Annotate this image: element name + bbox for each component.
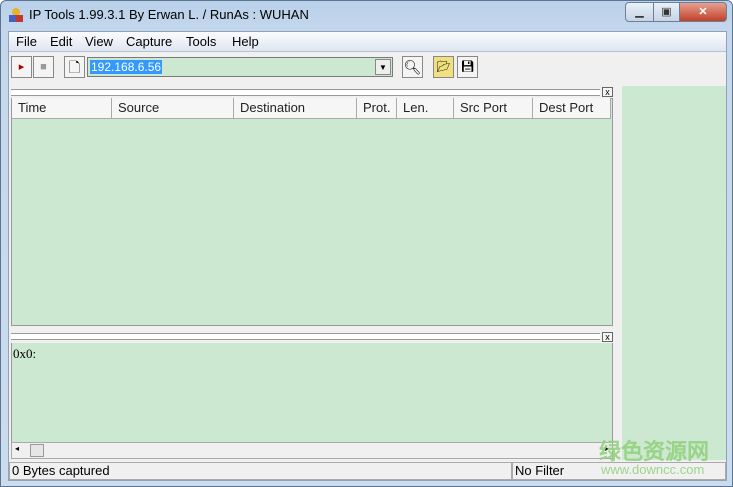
address-combo[interactable]: 192.168.6.56 ▼: [87, 57, 393, 77]
menu-edit[interactable]: Edit: [50, 34, 72, 49]
start-capture-button[interactable]: ▸: [11, 56, 32, 78]
packet-list[interactable]: [11, 98, 613, 326]
app-window: IP Tools 1.99.3.1 By Erwan L. / RunAs : …: [0, 0, 733, 487]
save-button[interactable]: 💾︎: [457, 56, 478, 78]
window-title: IP Tools 1.99.3.1 By Erwan L. / RunAs : …: [29, 7, 309, 22]
client-area: File Edit View Capture Tools Help ▸ ■ 🗋 …: [8, 31, 727, 481]
open-folder-button[interactable]: 📂︎: [433, 56, 454, 78]
status-captured: 0 Bytes captured: [9, 462, 512, 480]
menu-capture[interactable]: Capture: [126, 34, 172, 49]
app-icon: [8, 7, 24, 23]
watermark-url: www.downcc.com: [601, 462, 705, 477]
menu-tools[interactable]: Tools: [186, 34, 216, 49]
close-button[interactable]: ✕: [679, 2, 727, 22]
hex-pane-grip[interactable]: [11, 333, 600, 340]
col-prot[interactable]: Prot.: [357, 98, 397, 119]
search-button[interactable]: 🔍︎: [402, 56, 423, 78]
menu-help[interactable]: Help: [232, 34, 259, 49]
close-pane-icon[interactable]: x: [602, 87, 613, 97]
side-pane: [622, 86, 726, 460]
floppy-icon: 💾︎: [460, 61, 475, 73]
scrollbar-thumb[interactable]: [30, 444, 44, 457]
scroll-left-icon[interactable]: ◂: [15, 444, 19, 453]
hex-view[interactable]: 0x0:: [11, 343, 613, 442]
col-time[interactable]: Time: [12, 98, 112, 119]
chevron-down-icon[interactable]: ▼: [375, 59, 391, 75]
new-file-button[interactable]: 🗋: [64, 56, 85, 78]
maximize-button[interactable]: ▣: [653, 2, 680, 22]
col-dest-port[interactable]: Dest Port: [533, 98, 611, 119]
col-source[interactable]: Source: [112, 98, 234, 119]
col-destination[interactable]: Destination: [234, 98, 357, 119]
folder-icon: 📂︎: [436, 61, 451, 73]
close-hex-pane-icon[interactable]: x: [602, 332, 613, 342]
horizontal-scrollbar[interactable]: ◂ ▸: [11, 442, 613, 459]
menu-bar: File Edit View Capture Tools Help: [9, 32, 726, 52]
menu-file[interactable]: File: [16, 34, 37, 49]
pane-grip[interactable]: [11, 89, 600, 96]
stop-capture-button[interactable]: ■: [33, 56, 54, 78]
hex-offset: 0x0:: [13, 346, 37, 361]
col-len[interactable]: Len.: [397, 98, 454, 119]
address-value[interactable]: 192.168.6.56: [90, 60, 163, 74]
col-src-port[interactable]: Src Port: [454, 98, 533, 119]
minimize-button[interactable]: ▁: [625, 2, 654, 22]
menu-view[interactable]: View: [85, 34, 113, 49]
search-icon: 🔍︎: [403, 59, 422, 75]
